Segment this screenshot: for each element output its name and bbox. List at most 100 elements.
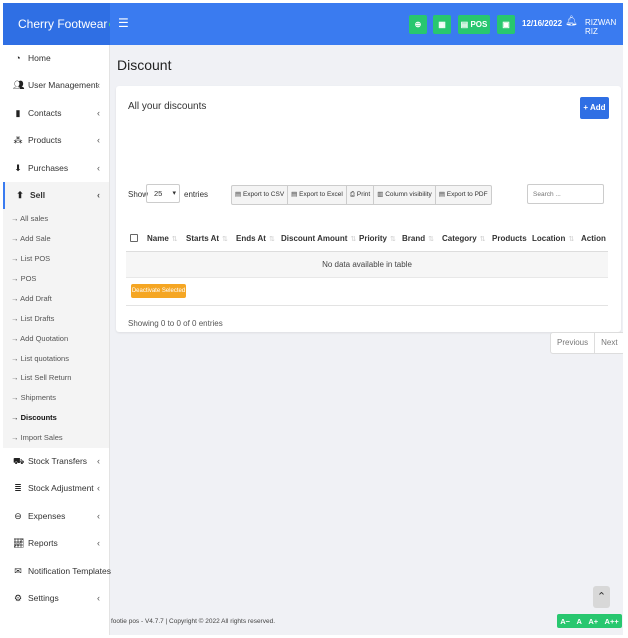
export-csv-button[interactable]: ▤ Export to CSV: [232, 186, 289, 204]
export-pdf-button[interactable]: ▤ Export to PDF: [436, 186, 491, 204]
pos-button[interactable]: ▤ POS: [458, 15, 490, 34]
font-reset-button[interactable]: A: [576, 617, 581, 626]
column-header-priority[interactable]: Priority ⇅: [359, 225, 396, 252]
sidebar-item-stock-adjustment[interactable]: ≣ Stock Adjustment ‹: [3, 475, 109, 502]
deactivate-selected-button[interactable]: Deactivate Selected: [131, 284, 186, 298]
brand-logo[interactable]: Cherry Footwear: [3, 3, 115, 45]
bell-icon[interactable]: 🔔︎: [565, 16, 578, 27]
column-header-label: Starts At: [186, 234, 220, 243]
submenu-item-list-quotations[interactable]: → List quotations: [3, 349, 109, 369]
sidebar-item-stock-transfers[interactable]: ⛟ Stock Transfers ‹: [3, 448, 109, 475]
pos-label: POS: [470, 20, 488, 29]
sort-icon: ⇅: [268, 236, 275, 243]
submenu-item-all-sales[interactable]: → All sales: [3, 209, 109, 229]
chevron-down-icon: ▾: [172, 190, 176, 197]
chevron-left-icon: ‹: [97, 135, 100, 146]
search-input[interactable]: [527, 184, 604, 204]
chart-icon: 📈︎: [13, 538, 25, 549]
cash-register-button[interactable]: ▣: [497, 15, 515, 34]
discounts-box: All your discounts + Add Show 25 ▾ entrie…: [116, 86, 623, 354]
submenu-item-pos[interactable]: → POS: [3, 269, 109, 289]
sort-icon: ⇅: [222, 236, 228, 243]
dashboard-icon: ◔: [15, 53, 21, 63]
select-all-checkbox[interactable]: [130, 234, 138, 242]
sidebar-item-sell[interactable]: ⬆ Sell ‹: [3, 181, 109, 210]
show-label: Show: [128, 190, 149, 199]
previous-page-button[interactable]: Previous: [551, 333, 594, 353]
submenu-item-add-quotation[interactable]: → Add Quotation: [3, 329, 109, 349]
export-excel-button[interactable]: ▤ Export to Excel: [288, 186, 347, 204]
submenu-item-discounts[interactable]: → Discounts: [3, 408, 109, 428]
sort-icon: ⇅: [568, 236, 575, 243]
calculator-button[interactable]: ▦: [433, 15, 451, 34]
brand-name: Cherry Footwear: [18, 17, 108, 31]
pagination: Previous Next: [550, 332, 623, 354]
column-header-starts-at[interactable]: Starts At ⇅: [186, 225, 228, 252]
column-visibility-label: Column visibility: [385, 191, 432, 198]
user-menu[interactable]: RIZWAN RIZ: [585, 18, 623, 36]
table-footer-divider: [126, 305, 608, 306]
sidebar-item-label: Expenses: [28, 510, 66, 521]
table-info: Showing 0 to 0 of 0 entries: [128, 319, 223, 328]
sidebar-item-contacts[interactable]: ▮ Contacts ‹: [3, 100, 109, 127]
add-quick-button[interactable]: ⊕: [409, 15, 427, 34]
sidebar-item-home[interactable]: ◔ Home: [3, 45, 109, 72]
main-content: Discount All your discounts + Add Show 2…: [110, 45, 623, 635]
scroll-top-button[interactable]: ⌃: [593, 586, 610, 608]
submenu-item-shipments[interactable]: → Shipments: [3, 388, 109, 408]
print-button[interactable]: ⎙ Print: [347, 186, 375, 204]
chevron-left-icon: ‹: [97, 510, 100, 521]
footer-copyright: footie pos - V4.7.7 | Copyright © 2022 A…: [111, 618, 276, 625]
font-size-tools: A− A A+ A++: [557, 614, 622, 628]
sidebar-item-label: Stock Transfers: [28, 456, 88, 467]
column-header-discount-amount[interactable]: Discount Amount ⇅: [281, 225, 356, 252]
font-increase-button[interactable]: A+: [588, 617, 598, 626]
submenu-item-add-draft[interactable]: → Add Draft: [3, 289, 109, 309]
column-header-category[interactable]: Category ⇅: [442, 225, 486, 252]
column-header-products[interactable]: Products: [492, 225, 527, 252]
sidebar-item-label: Contacts: [28, 107, 62, 118]
sidebar-item-label: Settings: [28, 592, 59, 603]
chevron-left-icon: ‹: [97, 80, 100, 91]
column-visibility-button[interactable]: ▥ Column visibility: [374, 186, 436, 204]
sort-icon: ⇅: [390, 236, 396, 243]
columns-icon: ▥: [377, 191, 384, 198]
chevron-left-icon: ‹: [97, 538, 100, 549]
column-header-name[interactable]: Name ⇅: [147, 225, 178, 252]
sidebar-item-label: Sell: [30, 189, 46, 200]
print-icon: ⎙: [349, 191, 356, 198]
sell-submenu: → All sales → Add Sale → List POS → POS …: [3, 209, 109, 449]
entries-select[interactable]: 25 ▾: [146, 184, 180, 203]
cog-icon: ⚙: [13, 592, 23, 603]
column-header-label: Category: [442, 234, 477, 243]
column-header-label: Ends At: [236, 234, 266, 243]
submenu-item-list-drafts[interactable]: → List Drafts: [3, 309, 109, 329]
export-pdf-label: Export to PDF: [446, 191, 488, 198]
submenu-item-list-sell-return[interactable]: → List Sell Return: [3, 368, 109, 388]
column-header-label: Discount Amount: [281, 234, 348, 243]
sidebar-item-user-management[interactable]: 👥︎ User Management ‹: [3, 72, 109, 99]
sidebar-item-purchases[interactable]: ⬇ Purchases ‹: [3, 155, 109, 182]
submenu-item-import-sales[interactable]: → Import Sales: [3, 428, 109, 448]
cash-icon: ▣: [502, 20, 510, 29]
print-label: Print: [356, 191, 371, 198]
chevron-left-icon: ‹: [97, 162, 100, 173]
column-header-location[interactable]: Location ⇅: [532, 225, 574, 252]
file-icon: ▤: [235, 191, 242, 198]
next-page-button[interactable]: Next: [594, 333, 623, 353]
sidebar-item-notification-templates[interactable]: ✉ Notification Templates: [3, 558, 111, 585]
submenu-item-add-sale[interactable]: → Add Sale: [3, 229, 109, 249]
sidebar-item-settings[interactable]: ⚙ Settings ‹: [3, 585, 109, 612]
font-increase-more-button[interactable]: A++: [605, 617, 619, 626]
column-header-brand[interactable]: Brand ⇅: [402, 225, 434, 252]
column-header-ends-at[interactable]: Ends At ⇅: [236, 225, 275, 252]
sidebar-item-expenses[interactable]: ⊖ Expenses ‹: [3, 503, 109, 530]
submenu-item-list-pos[interactable]: → List POS: [3, 249, 109, 269]
sidebar-item-products[interactable]: ⁂ Products ‹: [3, 127, 109, 154]
column-header-label: Brand: [402, 234, 426, 243]
sidebar-item-reports[interactable]: 📈︎ Reports ‹: [3, 530, 109, 557]
font-decrease-button[interactable]: A−: [560, 617, 570, 626]
add-discount-button[interactable]: + Add: [580, 97, 609, 119]
sidebar-item-label: Notification Templates: [28, 565, 111, 576]
hamburger-icon[interactable]: ☰: [118, 16, 129, 30]
